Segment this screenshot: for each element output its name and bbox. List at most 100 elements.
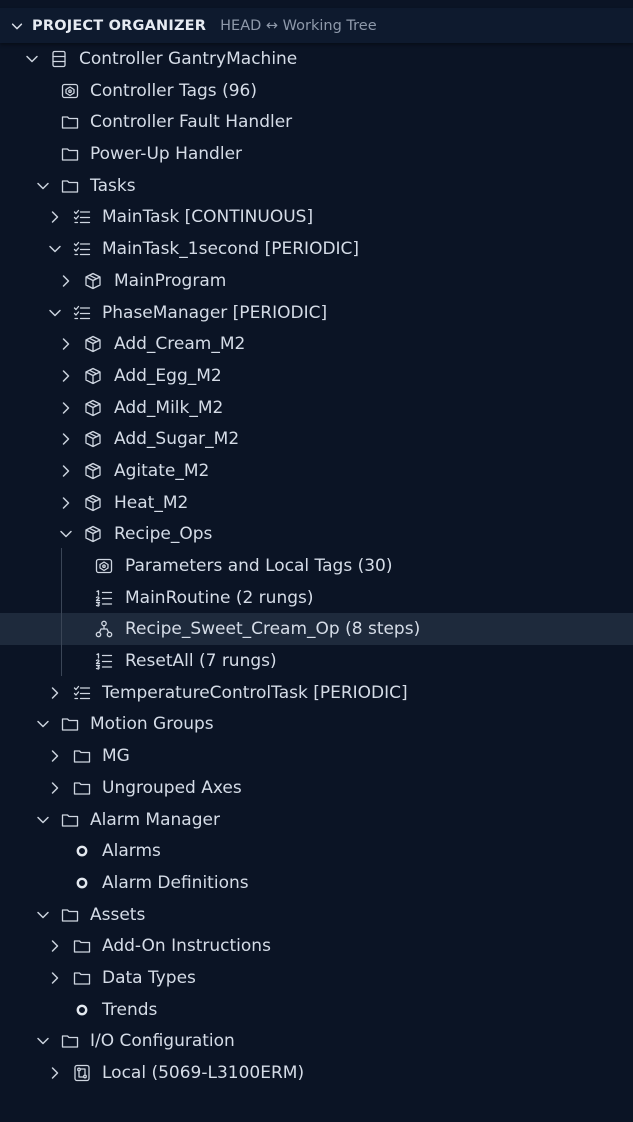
device-icon xyxy=(73,1064,91,1082)
tree-item[interactable]: Controller Fault Handler xyxy=(0,106,633,138)
chevron-right-icon[interactable] xyxy=(47,209,63,225)
panel-title: PROJECT ORGANIZER xyxy=(32,17,207,34)
panel-subtitle: HEAD ↔ Working Tree xyxy=(220,17,377,34)
tree-item[interactable]: Recipe_Sweet_Cream_Op (8 steps) xyxy=(0,613,633,646)
tree-item[interactable]: Local (5069-L3100ERM) xyxy=(0,1057,633,1089)
folder-icon xyxy=(61,177,79,195)
tree-item[interactable]: Assets xyxy=(0,899,633,931)
chevron-down-icon[interactable] xyxy=(47,305,63,321)
package-icon xyxy=(84,494,102,512)
chevron-down-icon[interactable] xyxy=(35,907,51,923)
package-icon xyxy=(84,335,102,353)
package-icon xyxy=(84,367,102,385)
database-icon xyxy=(50,50,68,68)
tree-item[interactable]: Add_Egg_M2 xyxy=(0,360,633,392)
tree-item[interactable]: Alarms xyxy=(0,835,633,867)
chevron-right-icon[interactable] xyxy=(58,400,74,416)
chevron-down-icon[interactable] xyxy=(35,812,51,828)
tree-item[interactable]: Tasks xyxy=(0,170,633,202)
top-edge: ⌃ xyxy=(0,0,633,8)
tree-item[interactable]: MainProgram xyxy=(0,265,633,297)
tree-item[interactable]: PhaseManager [PERIODIC] xyxy=(0,297,633,329)
tree-item-label: Agitate_M2 xyxy=(114,460,210,481)
tree-item[interactable]: Alarm Definitions xyxy=(0,867,633,899)
chevron-right-icon[interactable] xyxy=(47,685,63,701)
chevron-right-icon[interactable] xyxy=(47,748,63,764)
chevron-down-icon[interactable] xyxy=(35,178,51,194)
tree-item[interactable]: Trends xyxy=(0,994,633,1026)
folder-icon xyxy=(73,937,91,955)
tree-item[interactable]: Motion Groups xyxy=(0,708,633,740)
tree-item[interactable]: Controller Tags (96) xyxy=(0,75,633,107)
tree-item[interactable]: MainTask_1second [PERIODIC] xyxy=(0,233,633,265)
tree-item-label: Power-Up Handler xyxy=(90,144,243,165)
package-icon xyxy=(84,525,102,543)
tree-item-label: Recipe_Ops xyxy=(114,524,213,545)
chevron-down-icon[interactable] xyxy=(35,1033,51,1049)
indent-guide xyxy=(61,548,62,676)
chevron-down-icon[interactable] xyxy=(35,716,51,732)
tree-item-label: MainTask [CONTINUOUS] xyxy=(102,207,314,228)
tree-item[interactable]: Data Types xyxy=(0,962,633,994)
tree-item-label: Add-On Instructions xyxy=(102,936,271,957)
chevron-right-icon[interactable] xyxy=(47,1065,63,1081)
tree-item[interactable]: Add-On Instructions xyxy=(0,930,633,962)
chevron-right-icon[interactable] xyxy=(58,431,74,447)
chevron-right-icon[interactable] xyxy=(58,336,74,352)
tree-item[interactable]: ResetAll (7 rungs) xyxy=(0,645,633,677)
tasklist-icon xyxy=(73,684,91,702)
chevron-down-icon[interactable] xyxy=(58,526,74,542)
tasklist-icon xyxy=(73,208,91,226)
tree-item[interactable]: MainTask [CONTINUOUS] xyxy=(0,201,633,233)
tree-item[interactable]: MG xyxy=(0,740,633,772)
tree-item-label: Assets xyxy=(90,904,146,925)
tree-item-label: MainTask_1second [PERIODIC] xyxy=(102,239,360,260)
chevron-right-icon[interactable] xyxy=(58,463,74,479)
list-ordered-icon xyxy=(95,589,113,607)
tree-item[interactable]: Parameters and Local Tags (30) xyxy=(0,550,633,582)
tree-item-label: MG xyxy=(102,746,130,767)
tree-item-label: Add_Milk_M2 xyxy=(114,397,224,418)
tree-item[interactable]: Agitate_M2 xyxy=(0,455,633,487)
folder-icon xyxy=(61,113,79,131)
chevron-right-icon[interactable] xyxy=(47,780,63,796)
tree-item[interactable]: Controller GantryMachine xyxy=(0,43,633,75)
chevron-down-icon[interactable] xyxy=(47,241,63,257)
tree-item[interactable]: MainRoutine (2 rungs) xyxy=(0,582,633,614)
tree-item[interactable]: Add_Cream_M2 xyxy=(0,328,633,360)
folder-icon xyxy=(73,747,91,765)
tree-item[interactable]: Power-Up Handler xyxy=(0,138,633,170)
chevron-down-icon[interactable] xyxy=(10,19,24,33)
circle-icon xyxy=(73,1001,91,1019)
tree-item[interactable]: Heat_M2 xyxy=(0,487,633,519)
tree-item[interactable]: Add_Milk_M2 xyxy=(0,392,633,424)
folder-icon xyxy=(61,1032,79,1050)
tree-item[interactable]: Ungrouped Axes xyxy=(0,772,633,804)
folder-icon xyxy=(73,779,91,797)
list-ordered-icon xyxy=(95,652,113,670)
chevron-right-icon[interactable] xyxy=(58,495,74,511)
chevron-right-icon[interactable] xyxy=(58,273,74,289)
folder-icon xyxy=(73,969,91,987)
project-organizer-header[interactable]: PROJECT ORGANIZER HEAD ↔ Working Tree xyxy=(0,8,633,43)
tree-item[interactable]: I/O Configuration xyxy=(0,1025,633,1057)
tree-item[interactable]: Alarm Manager xyxy=(0,804,633,836)
folder-icon xyxy=(61,906,79,924)
package-icon xyxy=(84,272,102,290)
tree-item[interactable]: TemperatureControlTask [PERIODIC] xyxy=(0,677,633,709)
tree-item-label: MainProgram xyxy=(114,270,227,291)
chevron-down-icon[interactable] xyxy=(24,51,40,67)
tree-item-label: Local (5069-L3100ERM) xyxy=(102,1063,305,1083)
tree-item-label: PhaseManager [PERIODIC] xyxy=(102,302,328,323)
tree-item-label: TemperatureControlTask [PERIODIC] xyxy=(102,682,408,703)
tree-item-label: Heat_M2 xyxy=(114,492,189,513)
chevron-right-icon[interactable] xyxy=(58,368,74,384)
tree-item-label: Ungrouped Axes xyxy=(102,777,242,798)
tree-item-label: Add_Sugar_M2 xyxy=(114,429,240,450)
chevron-right-icon[interactable] xyxy=(47,938,63,954)
tree-item-label: Controller Fault Handler xyxy=(90,112,293,133)
chevron-right-icon[interactable] xyxy=(47,970,63,986)
tree-item[interactable]: Add_Sugar_M2 xyxy=(0,423,633,455)
folder-icon xyxy=(61,145,79,163)
tree-item[interactable]: Recipe_Ops xyxy=(0,518,633,550)
